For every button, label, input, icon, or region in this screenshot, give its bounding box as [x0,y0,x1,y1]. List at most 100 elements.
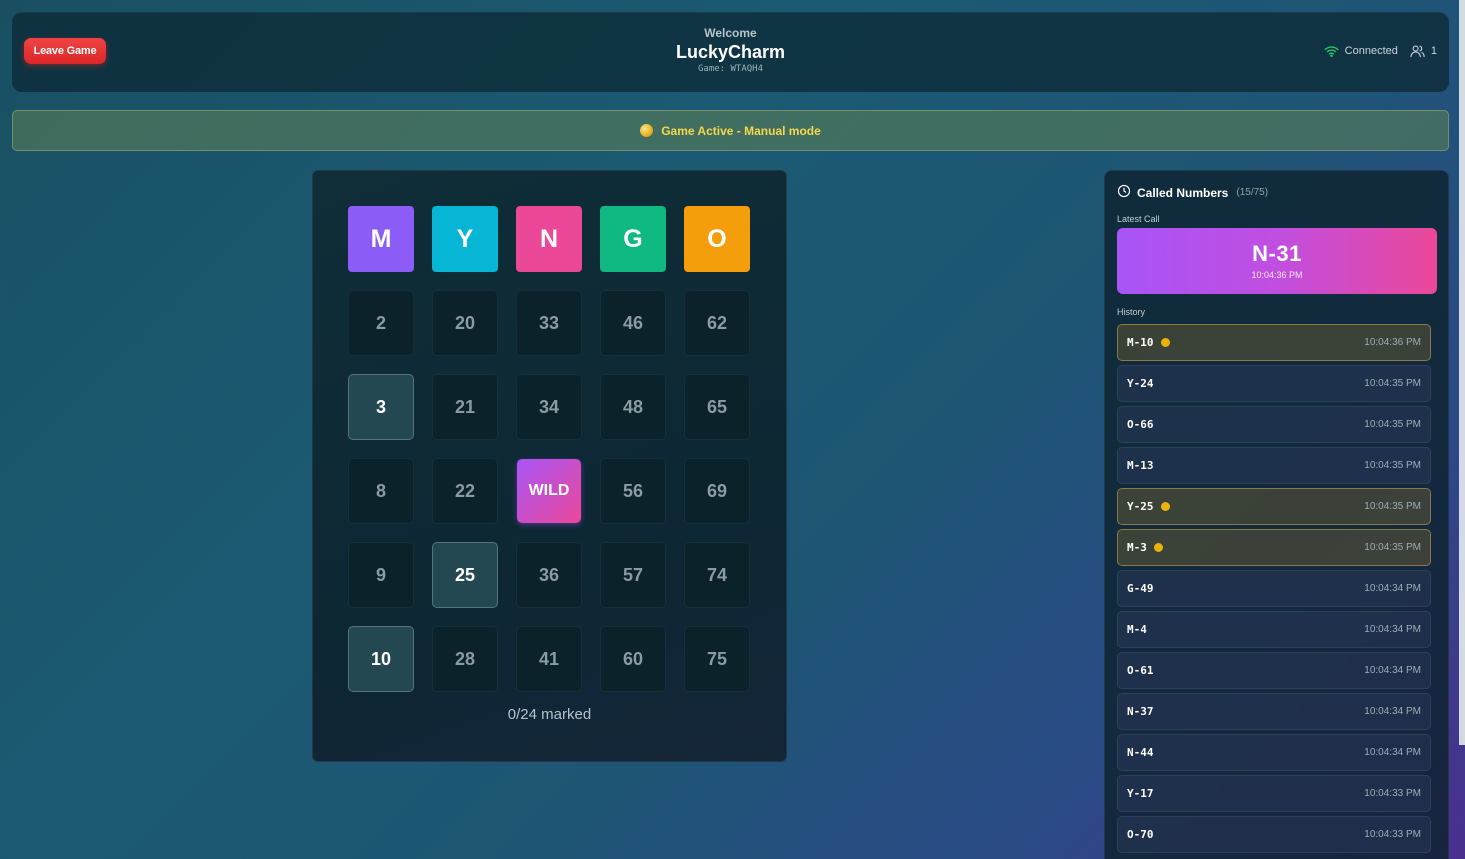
column-header-o: O [684,206,750,272]
history-number: M-4 [1127,623,1147,636]
call-history-list: M-10 10:04:36 PM Y-24 10:04:35 PM O-66 10:04:… [1117,324,1431,853]
history-item: O-70 10:04:33 PM [1117,816,1431,853]
bingo-cell[interactable]: 75 [684,626,750,692]
clock-icon [1117,184,1131,201]
history-item: M-3 10:04:35 PM [1117,529,1431,566]
latest-call-number: N-31 [1252,241,1302,266]
welcome-block: Welcome LuckyCharm Game: WTAQH4 [12,26,1449,74]
bingo-cell[interactable]: 36 [516,542,582,608]
history-number: M-10 [1127,336,1154,349]
history-item-left: G-49 [1127,582,1154,595]
on-card-dot-icon [1160,338,1170,347]
history-time: 10:04:34 PM [1364,583,1421,594]
history-item-left: M-3 [1127,541,1163,554]
history-number: Y-24 [1127,377,1154,390]
history-time: 10:04:35 PM [1364,542,1421,553]
history-item-left: Y-17 [1127,787,1154,800]
column-header-y: Y [432,206,498,272]
users-icon [1410,44,1425,58]
bingo-cell[interactable]: 33 [516,290,582,356]
bingo-cell[interactable]: 20 [432,290,498,356]
history-time: 10:04:33 PM [1364,788,1421,799]
bingo-cell[interactable]: 34 [516,374,582,440]
bingo-cell[interactable]: 9 [348,542,414,608]
bingo-cell[interactable]: 65 [684,374,750,440]
history-item: G-49 10:04:34 PM [1117,570,1431,607]
connection-label: Connected [1344,45,1398,57]
history-item-left: Y-24 [1127,377,1154,390]
latest-call-box: N-31 10:04:36 PM [1117,228,1437,294]
wifi-icon [1324,45,1339,57]
column-header-n: N [516,206,582,272]
history-item-left: N-37 [1127,705,1154,718]
history-number: N-44 [1127,746,1154,759]
column-header-g: G [600,206,666,272]
game-header: Leave Game Welcome LuckyCharm Game: WTAQ… [12,12,1449,92]
latest-call-time: 10:04:36 PM [1251,270,1303,280]
history-item: Y-24 10:04:35 PM [1117,365,1431,402]
bingo-cell[interactable]: 62 [684,290,750,356]
history-number: G-49 [1127,582,1154,595]
bingo-cell[interactable]: 46 [600,290,666,356]
bingo-cell[interactable]: 22 [432,458,498,524]
called-numbers-panel: Called Numbers (15/75) Latest Call N-31 … [1104,170,1449,859]
history-item-left: O-70 [1127,828,1154,841]
page-scrollbar[interactable] [1459,0,1465,745]
history-item: O-61 10:04:34 PM [1117,652,1431,689]
history-time: 10:04:33 PM [1364,829,1421,840]
history-item: M-13 10:04:35 PM [1117,447,1431,484]
connection-status: Connected 1 [1324,43,1437,59]
bingo-cell[interactable]: 10 [348,626,414,692]
column-header-m: M [348,206,414,272]
on-card-dot-icon [1160,502,1170,511]
history-number: Y-17 [1127,787,1154,800]
history-item-left: O-66 [1127,418,1154,431]
history-number: Y-25 [1127,500,1154,513]
game-status-banner: Game Active - Manual mode [12,110,1449,151]
history-number: M-13 [1127,459,1154,472]
history-item-left: O-61 [1127,664,1154,677]
bingo-card: M Y N G O 2 20 33 46 62 3 21 34 48 65 8 22 WILD 56 69 9 25 36 5… [312,170,787,762]
history-number: N-37 [1127,705,1154,718]
history-number: O-70 [1127,828,1154,841]
history-time: 10:04:35 PM [1364,501,1421,512]
bingo-cell[interactable]: 25 [432,542,498,608]
bingo-cell[interactable]: 3 [348,374,414,440]
bingo-cell[interactable]: 28 [432,626,498,692]
bingo-cell[interactable]: 74 [684,542,750,608]
history-item: Y-17 10:04:33 PM [1117,775,1431,812]
bingo-cell[interactable]: 48 [600,374,666,440]
history-item: Y-25 10:04:35 PM [1117,488,1431,525]
bingo-cell[interactable]: 56 [600,458,666,524]
history-time: 10:04:34 PM [1364,706,1421,717]
bingo-cell[interactable]: 2 [348,290,414,356]
history-item: M-10 10:04:36 PM [1117,324,1431,361]
history-time: 10:04:35 PM [1364,419,1421,430]
history-item: N-44 10:04:34 PM [1117,734,1431,771]
bingo-cell[interactable]: 8 [348,458,414,524]
bingo-grid: M Y N G O 2 20 33 46 62 3 21 34 48 65 8 22 WILD 56 69 9 25 36 5… [348,206,750,692]
bingo-cell[interactable]: 57 [600,542,666,608]
history-number: O-61 [1127,664,1154,677]
latest-call-label: Latest Call [1117,214,1160,224]
player-count: 1 [1430,45,1437,57]
history-number: O-66 [1127,418,1154,431]
history-item-left: M-10 [1127,336,1170,349]
history-time: 10:04:35 PM [1364,378,1421,389]
history-time: 10:04:34 PM [1364,747,1421,758]
history-time: 10:04:34 PM [1364,624,1421,635]
bingo-cell[interactable]: 60 [600,626,666,692]
marked-count: 0/24 marked [507,706,592,723]
history-item: N-37 10:04:34 PM [1117,693,1431,730]
history-item-left: M-4 [1127,623,1147,636]
history-item: O-66 10:04:35 PM [1117,406,1431,443]
called-count: (15/75) [1236,187,1269,198]
bingo-cell[interactable]: 21 [432,374,498,440]
history-item-left: M-13 [1127,459,1154,472]
panel-title: Called Numbers [1137,185,1229,200]
history-time: 10:04:35 PM [1364,460,1421,471]
bingo-cell[interactable]: 41 [516,626,582,692]
bingo-cell[interactable]: 69 [684,458,750,524]
wild-cell[interactable]: WILD [517,459,581,523]
history-number: M-3 [1127,541,1147,554]
